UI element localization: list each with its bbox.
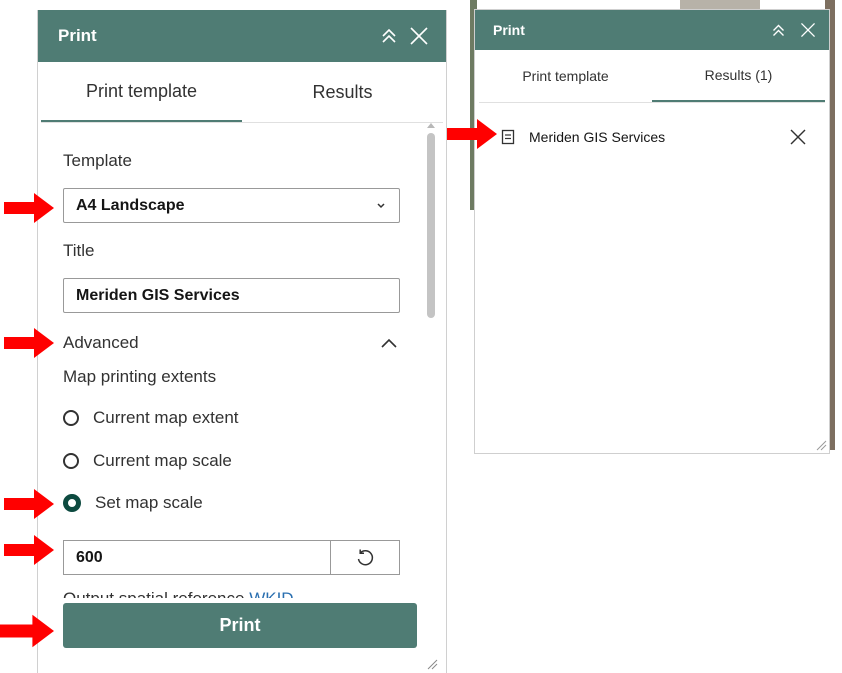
tab-results[interactable]: Results [242,62,443,122]
radio-button[interactable] [63,410,79,426]
scale-input-value: 600 [76,548,103,566]
collapse-button[interactable] [376,23,402,49]
double-chevron-up-icon [772,24,784,36]
panel-header: Print [38,10,446,62]
annotation-arrow-icon [4,193,54,223]
tab-label: Print template [522,68,609,84]
print-form: Template A4 Landscape Title Meriden GIS … [38,123,446,598]
print-panel-right: Print Print template Results (1) Meriden… [474,9,830,454]
tab-results[interactable]: Results (1) [652,50,825,102]
radio-button[interactable] [63,453,79,469]
tab-label: Results [312,81,373,102]
title-label: Title [63,241,95,260]
print-panel-left: Print Print template Results Template A4… [37,10,447,673]
scale-field: 600 [63,540,400,575]
radio-current-map-scale[interactable]: Current map scale [63,451,232,471]
resize-handle-icon[interactable] [815,439,827,451]
output-spatial-reference-label: Output spatial reference WKID [63,589,294,598]
annotation-arrow-icon [0,614,54,648]
panel-header: Print [475,10,829,50]
radio-button[interactable] [63,494,81,512]
collapse-button[interactable] [765,17,791,43]
result-item[interactable]: Meriden GIS Services [501,128,807,146]
map-background [680,0,760,9]
radio-label: Current map extent [93,408,239,427]
print-button-label: Print [219,615,261,635]
resize-handle-icon[interactable] [426,658,438,670]
template-label: Template [63,151,132,170]
radio-label: Set map scale [95,493,203,512]
scrollbar[interactable] [426,123,436,598]
close-icon [790,129,806,145]
annotation-arrow-icon [4,535,54,565]
wkid-link[interactable]: WKID [249,589,293,598]
panel-title: Print [58,26,97,45]
annotation-arrow-icon [447,119,497,149]
advanced-toggle[interactable]: Advanced [63,333,399,353]
reset-scale-button[interactable] [330,540,400,575]
radio-current-map-extent[interactable]: Current map extent [63,408,239,428]
tab-print-template[interactable]: Print template [479,50,652,102]
scrollbar-thumb[interactable] [427,133,435,318]
tab-bar: Print template Results (1) [479,50,825,103]
tab-bar: Print template Results [41,62,443,123]
title-input-value: Meriden GIS Services [76,286,240,304]
panel-title: Print [493,22,525,38]
close-button[interactable] [795,17,821,43]
print-button[interactable]: Print [63,603,417,648]
radio-label: Current map scale [93,451,232,470]
reset-icon [357,549,374,565]
template-select-value: A4 Landscape [76,196,185,214]
scale-input[interactable]: 600 [63,540,330,575]
tab-label: Results (1) [704,67,773,83]
annotation-arrow-icon [4,489,54,519]
title-input[interactable]: Meriden GIS Services [63,278,400,313]
chevron-down-icon [377,203,385,209]
close-icon [800,22,816,38]
scroll-up-icon[interactable] [427,123,435,128]
document-icon [501,129,515,145]
result-item-name[interactable]: Meriden GIS Services [529,129,789,145]
radio-set-map-scale[interactable]: Set map scale [63,493,203,513]
tab-print-template[interactable]: Print template [41,62,242,122]
extents-label: Map printing extents [63,367,217,386]
annotation-arrow-icon [4,328,54,358]
close-icon [410,27,428,45]
double-chevron-up-icon [382,28,396,43]
chevron-up-icon [381,338,397,348]
template-select[interactable]: A4 Landscape [63,188,400,223]
close-button[interactable] [406,23,432,49]
tab-label: Print template [85,80,198,101]
remove-result-button[interactable] [789,128,807,146]
advanced-label: Advanced [63,333,139,352]
